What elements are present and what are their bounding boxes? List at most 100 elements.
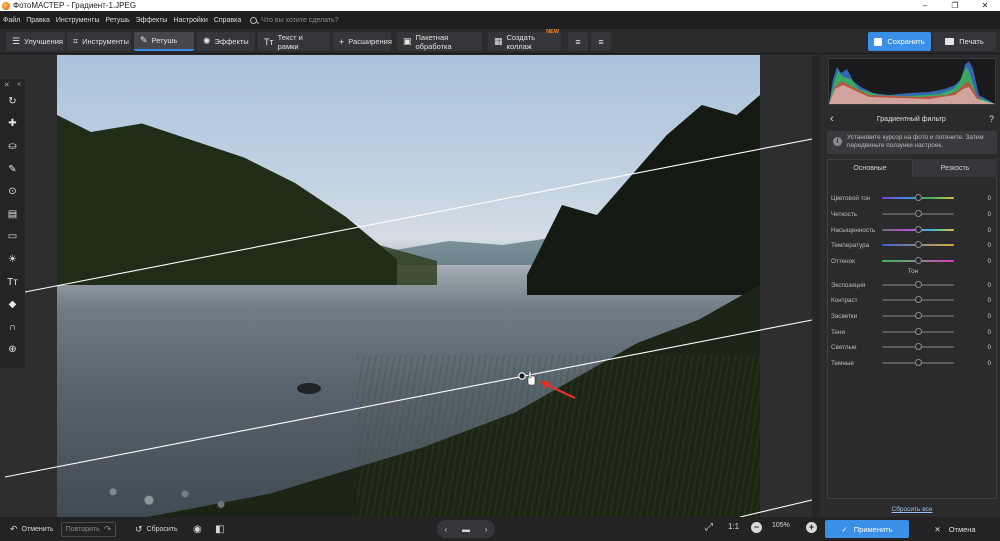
slider-clarity[interactable]: Четкость 0	[831, 209, 995, 219]
next-photo-icon[interactable]: ›	[485, 525, 488, 534]
radial-filter-icon[interactable]: ⊙	[0, 180, 25, 203]
menu-search[interactable]: Что вы хотите сделать?	[250, 16, 339, 24]
cancel-button[interactable]: ✕ Отмена	[912, 520, 998, 538]
stamp-tool-icon[interactable]: ⛀	[0, 135, 25, 158]
slider-contrast[interactable]: Контраст 0	[831, 295, 995, 305]
minimize-button[interactable]: –	[910, 0, 940, 11]
menu-tools[interactable]: Инструменты	[53, 17, 103, 24]
slider-knob[interactable]	[915, 343, 922, 351]
redo-button[interactable]: Повторить ↷	[61, 522, 116, 537]
slider-track[interactable]	[882, 210, 954, 218]
print-button[interactable]: Печать	[933, 32, 996, 51]
tab-tools[interactable]: ⌗ Инструменты	[67, 32, 131, 51]
slider-whites[interactable]: Светлые 0	[831, 342, 995, 352]
fit-screen-button[interactable]: ⤢	[705, 522, 713, 533]
create-collage-button[interactable]: ▦ Создать коллаж NEW	[488, 29, 561, 51]
menu-file[interactable]: Файл	[0, 17, 23, 24]
slider-knob[interactable]	[915, 281, 922, 289]
save-button[interactable]: Сохранить	[868, 32, 931, 51]
zoom-out-button[interactable]: −	[751, 522, 762, 533]
fill-tool-icon[interactable]: ◆	[0, 293, 25, 316]
batch-processing-button[interactable]: ▣ Пакетная обработка	[397, 32, 482, 51]
new-badge: NEW	[546, 29, 559, 35]
slider-knob[interactable]	[915, 312, 922, 320]
slider-exposure[interactable]: Экспозиция 0	[831, 280, 995, 290]
reset-button[interactable]: ↺ Сбросить	[135, 522, 178, 536]
slider-track[interactable]	[882, 312, 954, 320]
undo-button[interactable]: ↶ Отменить	[10, 522, 54, 536]
queue-add-button[interactable]: ≡	[568, 32, 588, 51]
slider-knob[interactable]	[915, 296, 922, 304]
slider-knob[interactable]	[915, 257, 922, 265]
maximize-button[interactable]: ❐	[940, 0, 970, 11]
slider-knob[interactable]	[915, 241, 922, 249]
healing-tool-icon[interactable]: ✚	[0, 113, 25, 136]
reset-all-link[interactable]: Сбросить все	[824, 506, 1000, 513]
collapse-tools-icon[interactable]: «	[17, 81, 21, 88]
menu-retouch[interactable]: Ретушь	[103, 17, 133, 24]
slider-shadows[interactable]: Тени 0	[831, 327, 995, 337]
frame-tool-icon[interactable]: ▭	[0, 226, 25, 249]
queue-settings-button[interactable]: ≡	[591, 32, 611, 51]
apply-button[interactable]: ✓ Применить	[825, 520, 909, 538]
menu-edit[interactable]: Правка	[23, 17, 53, 24]
prev-photo-icon[interactable]: ‹	[444, 525, 447, 534]
light-tool-icon[interactable]: ☀	[0, 248, 25, 271]
help-icon[interactable]: ?	[989, 114, 994, 124]
slider-highlights[interactable]: Засветки 0	[831, 311, 995, 321]
slider-tint[interactable]: Оттенок 0	[831, 256, 995, 266]
tab-text-frames[interactable]: Tт Текст и рамки	[258, 32, 330, 51]
menu-help[interactable]: Справка	[211, 17, 244, 24]
slider-track[interactable]	[882, 281, 954, 289]
gradient-center-line[interactable]	[4, 319, 813, 478]
gradient-start-line[interactable]	[24, 138, 813, 293]
slider-knob[interactable]	[915, 359, 922, 367]
gradient-end-line[interactable]	[739, 499, 813, 517]
slider-track[interactable]	[882, 296, 954, 304]
slider-track[interactable]	[882, 328, 954, 336]
restore-tool-icon[interactable]: ↻	[0, 90, 25, 113]
tab-effects[interactable]: ✺ Эффекты	[197, 32, 255, 51]
preview-toggle[interactable]: ◉	[193, 522, 202, 536]
tab-basic[interactable]: Основные	[827, 159, 913, 177]
tab-enhancements[interactable]: ☰ Улучшения	[6, 32, 65, 51]
plus-icon: +	[339, 36, 345, 47]
slider-track[interactable]	[882, 194, 954, 202]
menu-effects[interactable]: Эффекты	[133, 17, 171, 24]
slider-track[interactable]	[882, 257, 954, 265]
zoom-in-button[interactable]: +	[806, 522, 817, 533]
tab-extensions[interactable]: + Расширения	[333, 32, 392, 51]
gradient-handle[interactable]	[518, 372, 526, 380]
undo-label: Отменить	[21, 525, 54, 533]
magnet-tool-icon[interactable]: ∩	[0, 316, 25, 339]
slider-track[interactable]	[882, 343, 954, 351]
slider-temperature[interactable]: Температура 0	[831, 240, 995, 250]
tab-label: Пакетная обработка	[415, 32, 452, 51]
gradient-overlay[interactable]	[0, 55, 820, 517]
canvas-scrollbar[interactable]	[812, 55, 820, 517]
close-button[interactable]: ✕	[970, 0, 1000, 11]
tab-sharpness[interactable]: Резкость	[913, 159, 997, 177]
gradient-filter-icon[interactable]: ▤	[0, 203, 25, 226]
slider-blacks[interactable]: Темные 0	[831, 358, 995, 368]
slider-value: 0	[987, 359, 991, 367]
canvas-area[interactable]	[0, 55, 820, 517]
slider-track[interactable]	[882, 359, 954, 367]
compare-toggle[interactable]: ◧	[215, 522, 224, 536]
close-tools-icon[interactable]: ✕	[4, 81, 10, 89]
slider-knob[interactable]	[915, 226, 922, 234]
globe-tool-icon[interactable]: ⊕	[0, 339, 25, 362]
menu-settings[interactable]: Настройки	[170, 17, 210, 24]
slider-knob[interactable]	[915, 328, 922, 336]
text-tool-icon[interactable]: Tт	[0, 271, 25, 294]
brush-tool-icon[interactable]: ✎	[0, 158, 25, 181]
slider-track[interactable]	[882, 226, 954, 234]
slider-saturation[interactable]: Насыщенность 0	[831, 225, 995, 235]
slider-hue[interactable]: Цветовой тон 0	[831, 193, 995, 203]
slider-track[interactable]	[882, 241, 954, 249]
slider-knob[interactable]	[915, 194, 922, 202]
folder-icon[interactable]: ▬	[462, 525, 470, 534]
actual-size-button[interactable]: 1:1	[728, 522, 739, 531]
tab-retouch[interactable]: ✎ Ретушь	[134, 32, 194, 51]
slider-knob[interactable]	[915, 210, 922, 218]
